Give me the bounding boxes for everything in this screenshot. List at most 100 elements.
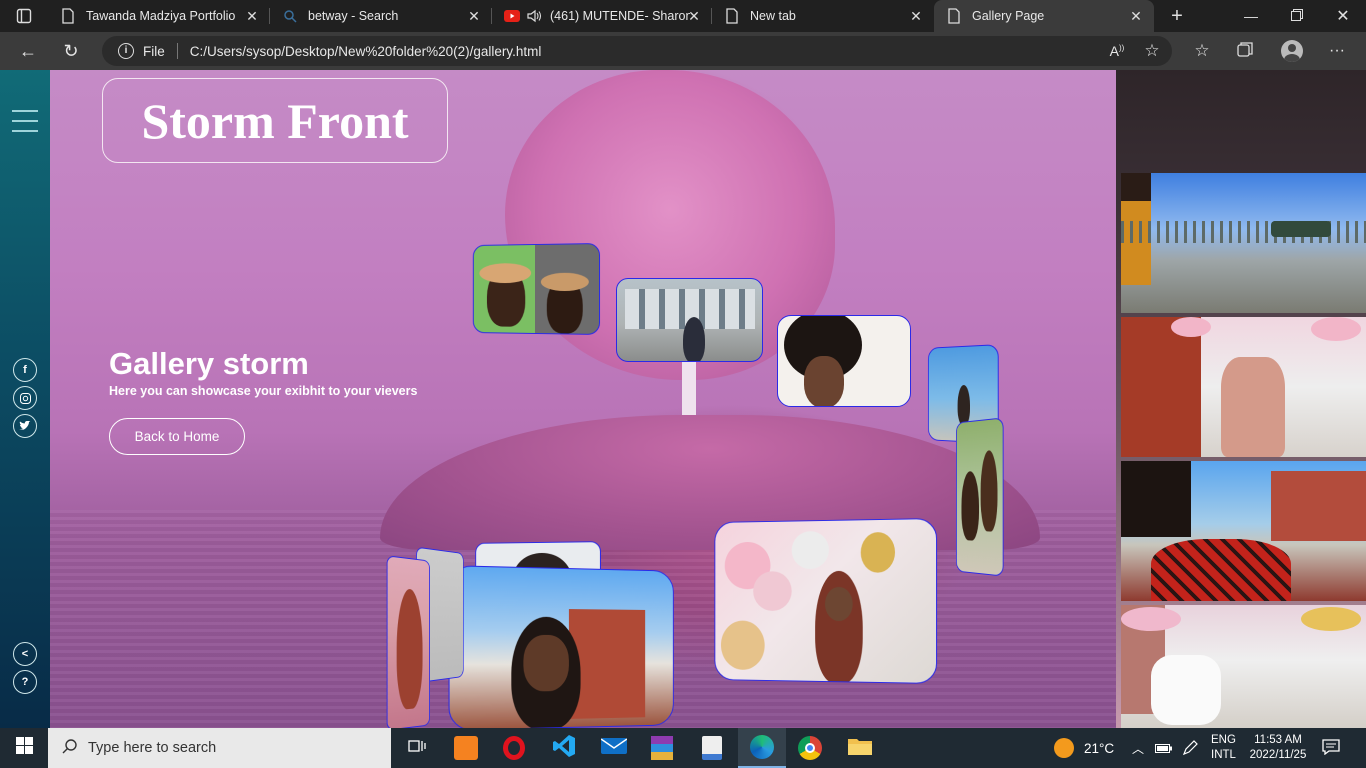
favorites-button[interactable]: ☆ [1187, 36, 1217, 66]
close-icon[interactable]: ✕ [686, 8, 702, 24]
twitter-icon[interactable] [13, 414, 37, 438]
close-icon[interactable]: ✕ [908, 8, 924, 24]
task-view-button[interactable] [393, 728, 441, 768]
tab-actions-icon [16, 8, 32, 24]
taskbar-app-opera[interactable] [490, 728, 538, 768]
gallery-photo[interactable] [616, 278, 763, 362]
avatar [1281, 40, 1303, 62]
navigation-bar: ← ↻ i File C:/Users/sysop/Desktop/New%20… [0, 32, 1366, 70]
weather-widget[interactable]: 21°C [1054, 728, 1114, 768]
minimize-button[interactable]: — [1228, 0, 1274, 32]
tab-portfolio[interactable]: Tawanda Madziya Portfolio ✕ [48, 0, 270, 32]
back-to-home-button[interactable]: Back to Home [109, 418, 245, 455]
sun-icon [1054, 738, 1074, 758]
search-icon [282, 8, 298, 24]
help-icon[interactable]: ? [13, 670, 37, 694]
hamburger-menu-icon[interactable] [0, 106, 50, 136]
page-subtitle: Here you can showcase your exibhit to yo… [109, 384, 418, 398]
taskbar-app-xampp[interactable] [442, 728, 490, 768]
clock[interactable]: 11:53 AM 2022/11/25 [1248, 728, 1308, 768]
installer-icon [702, 736, 722, 760]
taskbar-app-file-explorer[interactable] [836, 728, 884, 768]
side-nav: f < ? [0, 70, 50, 728]
new-tab-button[interactable]: + [1154, 0, 1200, 32]
restore-button[interactable] [1274, 0, 1320, 32]
notifications-button[interactable] [1322, 728, 1340, 768]
gallery-thumbnail[interactable] [1121, 605, 1366, 728]
taskbar-app-mail[interactable] [590, 728, 638, 768]
close-icon[interactable]: ✕ [1128, 8, 1144, 24]
taskbar-search-input[interactable]: Type here to search [48, 728, 391, 768]
battery-icon[interactable] [1155, 728, 1173, 768]
language-indicator[interactable]: ENG INTL [1211, 728, 1236, 768]
chrome-icon [798, 736, 822, 760]
language-code: ENG [1211, 734, 1236, 746]
back-button[interactable]: ← [13, 36, 43, 66]
facebook-icon[interactable]: f [13, 358, 37, 382]
instagram-icon[interactable] [13, 386, 37, 410]
tab-betway-search[interactable]: betway - Search ✕ [270, 0, 492, 32]
share-icon[interactable]: < [13, 642, 37, 666]
hero-section: Storm Front Gallery storm Here you can s… [50, 70, 1116, 728]
show-hidden-icons-button[interactable]: ︿ [1132, 728, 1144, 768]
gallery-photo[interactable] [714, 517, 938, 685]
favorites-icon: ☆ [1194, 41, 1210, 60]
site-logo[interactable]: Storm Front [102, 78, 448, 163]
collections-icon [1237, 41, 1253, 62]
speaker-icon[interactable] [526, 8, 542, 24]
gallery-photo[interactable] [777, 315, 911, 407]
gallery-photo[interactable] [386, 555, 430, 728]
refresh-icon: ↻ [63, 40, 79, 61]
tab-new-tab[interactable]: New tab ✕ [712, 0, 934, 32]
tab-label: (461) MUTENDE- Sharon [550, 9, 690, 23]
collections-button[interactable] [1230, 36, 1260, 66]
keyboard-layout: INTL [1211, 749, 1236, 761]
url-text[interactable]: C:/Users/sysop/Desktop/New%20folder%20(2… [190, 44, 542, 59]
info-icon[interactable]: i [118, 43, 134, 59]
restore-icon [1291, 8, 1303, 24]
start-button[interactable] [0, 728, 48, 768]
profile-button[interactable] [1277, 36, 1307, 66]
web-page: f < ? Storm Front Gallery storm Here you… [0, 70, 1366, 728]
pen-icon[interactable] [1182, 728, 1198, 768]
tab-label: New tab [750, 9, 796, 23]
arrow-left-icon: ← [19, 40, 37, 61]
read-aloud-button[interactable]: A)) [1102, 36, 1132, 66]
taskbar-app-vscode[interactable] [540, 728, 588, 768]
gallery-thumbnail[interactable] [1121, 173, 1366, 313]
page-icon [946, 8, 962, 24]
clock-date: 2022/11/25 [1249, 749, 1307, 761]
close-icon[interactable]: ✕ [244, 8, 260, 24]
chevron-up-icon: ︿ [1132, 741, 1145, 756]
minimize-icon: — [1244, 8, 1258, 24]
taskbar-app-edge[interactable] [738, 728, 786, 768]
settings-menu-button[interactable]: ··· [1322, 36, 1352, 66]
weather-temperature: 21°C [1084, 740, 1115, 756]
opera-icon [503, 736, 525, 760]
taskbar-app-installer[interactable] [688, 728, 736, 768]
address-bar[interactable]: i File C:/Users/sysop/Desktop/New%20fold… [102, 36, 1172, 66]
window-close-button[interactable]: ✕ [1320, 0, 1366, 32]
taskbar-app-chrome[interactable] [786, 728, 834, 768]
tab-bar: Tawanda Madziya Portfolio ✕ betway - Sea… [0, 0, 1366, 32]
close-icon[interactable]: ✕ [466, 8, 482, 24]
taskbar-app-winrar[interactable] [638, 728, 686, 768]
star-plus-icon: ☆ [1144, 41, 1160, 60]
add-favorite-button[interactable]: ☆ [1137, 36, 1167, 66]
scheme-label: File [143, 43, 165, 59]
gallery-sidebar [1116, 70, 1366, 728]
tab-youtube[interactable]: (461) MUTENDE- Sharon ✕ [492, 0, 712, 32]
tab-label: Tawanda Madziya Portfolio [86, 9, 236, 23]
refresh-button[interactable]: ↻ [56, 36, 86, 66]
gallery-photo[interactable] [448, 565, 674, 728]
gallery-photo[interactable] [472, 242, 601, 336]
youtube-icon [504, 8, 520, 24]
windows-icon [15, 737, 33, 759]
gallery-thumbnail[interactable] [1121, 461, 1366, 601]
gallery-photo[interactable] [956, 417, 1004, 577]
task-view-icon [408, 738, 426, 759]
tab-actions-button[interactable] [0, 0, 46, 32]
tab-gallery-page[interactable]: Gallery Page ✕ [934, 0, 1154, 32]
page-icon [60, 8, 76, 24]
gallery-thumbnail[interactable] [1121, 317, 1366, 457]
